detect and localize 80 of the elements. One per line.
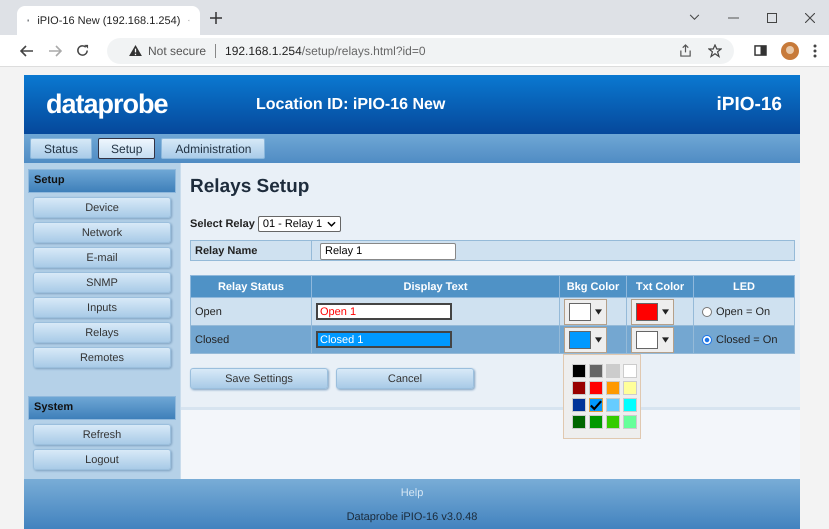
sidebar-heading: Setup [28,169,176,193]
table-cell: Open [190,298,312,326]
chevron-down-icon [327,221,336,227]
table-cell: Closed [190,326,312,354]
color-swatch[interactable] [572,415,586,429]
color-swatch[interactable] [572,364,586,378]
color-swatch[interactable] [606,415,620,429]
sidebar-button[interactable]: SNMP [33,272,171,293]
select-label: Select Relay [190,218,255,230]
dropdown-triangle-icon [595,308,602,314]
dropdown-triangle-icon [662,308,669,314]
sidebar-heading: System [28,396,176,420]
menu-icon[interactable] [813,44,817,58]
sidebar-button[interactable]: Refresh [33,424,171,445]
nav-tab[interactable]: Administration [161,138,266,159]
sidebar-button[interactable]: Device [33,197,171,218]
relay-select[interactable]: 01 - Relay 1 [258,216,342,232]
color-swatch[interactable] [572,381,586,395]
action-button[interactable]: Save Settings [190,368,328,389]
radio-button[interactable] [702,334,712,344]
color-picker[interactable] [631,298,674,324]
avatar-icon[interactable] [781,42,799,60]
radio-label: Open = On [716,306,770,318]
url-text: 192.168.1.254/setup/relays.html?id=0 [225,44,426,58]
color-swatch[interactable] [606,398,620,412]
back-arrow-icon[interactable] [20,44,34,56]
dropdown-triangle-icon [662,336,669,342]
warning-icon [129,45,142,56]
tab-title: iPIO-16 New (192.168.1.254) [37,14,180,26]
maximize-icon[interactable] [767,12,777,22]
color-picker[interactable] [564,298,607,324]
column-header: Relay Status [190,276,312,298]
minimize-icon[interactable] [728,16,739,18]
color-swatch[interactable] [623,364,637,378]
radio-button[interactable] [702,306,712,316]
nav-tab[interactable]: Setup [98,138,156,159]
radio-label: Closed = On [716,334,778,346]
column-header: Display Text [312,276,560,298]
reload-icon[interactable] [76,44,89,57]
field-label: Relay Name [191,241,312,260]
color-swatch[interactable] [606,381,620,395]
color-swatch[interactable] [572,398,586,412]
address-bar[interactable]: Not secure 192.168.1.254/setup/relays.html?id=0 [107,38,734,64]
color-swatch[interactable] [623,381,637,395]
page-title: Relays Setup [190,176,310,198]
version-text: Dataprobe iPIO-16 v3.0.48 [346,511,478,523]
color-swatch[interactable] [589,398,603,412]
security-label: Not secure [148,44,206,58]
color-swatch[interactable] [589,364,603,378]
sidebar-button[interactable]: Logout [33,449,171,470]
logo: dataprobe [46,89,169,120]
action-button[interactable]: Cancel [336,368,474,389]
column-header: Txt Color [626,276,694,298]
color-picker[interactable] [631,326,674,352]
color-swatch[interactable] [623,398,637,412]
star-icon[interactable] [708,44,722,58]
browser-tab[interactable]: iPIO-16 New (192.168.1.254) [17,6,200,35]
side-panel-icon[interactable] [754,45,767,56]
sidebar-button[interactable]: Network [33,222,171,243]
checkmark-icon [590,400,602,410]
column-header: Bkg Color [560,276,626,298]
dropdown-triangle-icon [595,336,602,342]
new-tab-icon[interactable] [210,12,222,24]
color-swatch[interactable] [589,415,603,429]
nav-tab[interactable]: Status [30,138,92,159]
display-text-field[interactable]: Open 1 [316,303,452,320]
relay-name-field[interactable]: Relay 1 [320,242,456,260]
color-swatch[interactable] [589,381,603,395]
sidebar-button[interactable]: Relays [33,322,171,343]
sidebar-button[interactable]: Remotes [33,347,171,368]
color-swatch[interactable] [606,364,620,378]
sidebar-button[interactable]: E-mail [33,247,171,268]
color-picker[interactable] [564,326,607,352]
location-title: Location ID: iPIO-16 New [256,96,446,114]
sidebar-button[interactable]: Inputs [33,297,171,318]
column-header: LED [694,276,794,298]
color-swatch[interactable] [623,415,637,429]
share-icon[interactable] [679,44,692,57]
chevron-down-icon[interactable] [689,14,700,21]
model-name: iPIO-16 [716,94,782,116]
